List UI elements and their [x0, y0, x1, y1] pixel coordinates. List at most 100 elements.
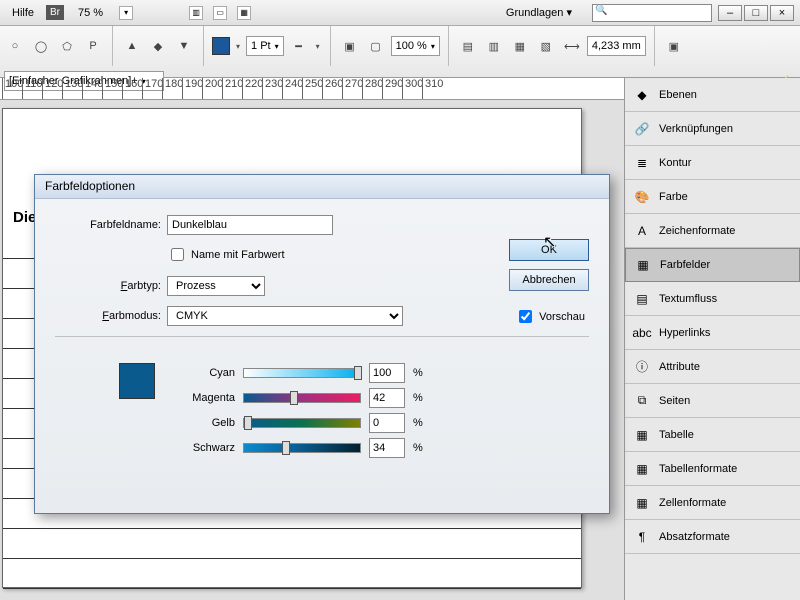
color-type-select[interactable]: Prozess — [167, 276, 265, 296]
panels-hyperlinks[interactable]: abcHyperlinks — [625, 316, 800, 350]
panel-label: Ebenen — [659, 89, 697, 101]
divider — [203, 26, 204, 66]
stroke-weight-combo[interactable]: 1 Pt▾ — [246, 36, 284, 56]
app-menubar: Hilfe Br 75 % ▾ ▥ ▭ ▦ Grundlagen ▾ – □ × — [0, 0, 800, 26]
ruler-tick: 110 — [22, 78, 42, 99]
stroke-style-dd[interactable]: ▾ — [314, 42, 322, 51]
menu-help[interactable]: Hilfe — [6, 5, 40, 21]
cancel-button[interactable]: Abbrechen — [509, 269, 589, 291]
window-close-button[interactable]: × — [770, 5, 794, 21]
ruler-tick: 240 — [282, 78, 302, 99]
panel-label: Zellenformate — [659, 497, 726, 509]
panels-zeichenformate[interactable]: AZeichenformate — [625, 214, 800, 248]
wrap-1-icon[interactable]: ▤ — [457, 35, 479, 57]
panels-farbfelder[interactable]: ▦Farbfelder — [625, 248, 800, 282]
panels-ebenen[interactable]: ◆Ebenen — [625, 78, 800, 112]
ruler-tick: 260 — [322, 78, 342, 99]
panels-seiten[interactable]: ⧉Seiten — [625, 384, 800, 418]
window-minimize-button[interactable]: – — [718, 5, 742, 21]
object-style-icon[interactable]: ▣ — [663, 35, 685, 57]
control-bar: ○ ◯ ⬠ P ▲ ◆ ▼ ▾ 1 Pt▾ ━ ▾ ▣ ▢ 100 %▾ ▤ ▥… — [0, 26, 800, 78]
swatch-name-input[interactable] — [167, 215, 333, 235]
panels-textumfluss[interactable]: ▤ Textumfluss — [625, 282, 800, 316]
anchor-top-icon[interactable]: ▲ — [121, 35, 143, 57]
wrap-4-icon[interactable]: ▧ — [535, 35, 557, 57]
zoom-level[interactable]: 75 % — [70, 7, 111, 19]
text-tool-icon[interactable]: P — [82, 35, 104, 57]
magenta-slider[interactable] — [243, 393, 361, 403]
name-with-value-checkbox[interactable] — [171, 248, 184, 261]
shape-ellipse-icon[interactable]: ○ — [4, 35, 26, 57]
table-row — [3, 529, 581, 559]
yellow-value-input[interactable] — [369, 413, 405, 433]
panels-attribute[interactable]: ⓘAttribute — [625, 350, 800, 384]
preview-checkbox[interactable] — [519, 310, 532, 323]
magenta-value-input[interactable] — [369, 388, 405, 408]
cyan-label: Cyan — [175, 367, 235, 379]
view-dropdown[interactable]: ▦ — [237, 6, 251, 20]
yellow-slider[interactable] — [243, 418, 361, 428]
ruler-tick: 170 — [142, 78, 162, 99]
percent-sign: % — [413, 367, 425, 379]
ruler-tick: 250 — [302, 78, 322, 99]
screen-mode-dropdown[interactable]: ▥ — [189, 6, 203, 20]
panels-verknuepfungen[interactable]: 🔗 Verknüpfungen — [625, 112, 800, 146]
verknuepfungen-icon: 🔗 — [633, 122, 651, 136]
zellenformate-icon: ▦ — [633, 496, 651, 510]
color-type-label: Farbtyp: — [55, 280, 161, 292]
panel-label: Kontur — [659, 157, 691, 169]
ruler-tick: 230 — [262, 78, 282, 99]
scale-combo[interactable]: 100 %▾ — [391, 36, 440, 56]
window-maximize-button[interactable]: □ — [744, 5, 768, 21]
anchor-mid-icon[interactable]: ◆ — [147, 35, 169, 57]
panel-label: Textumfluss — [659, 293, 717, 305]
panel-dock: ◆Ebenen 🔗 Verknüpfungen ≣Kontur🎨FarbeAZeich… — [624, 78, 800, 600]
zoom-dropdown-icon[interactable]: ▾ — [119, 6, 133, 20]
percent-sign: % — [413, 392, 425, 404]
corner-icon[interactable]: ▢ — [365, 35, 387, 57]
tabellenformate-icon: ▦ — [633, 462, 651, 476]
arrange-dropdown[interactable]: ▭ — [213, 6, 227, 20]
wrap-3-icon[interactable]: ▦ — [509, 35, 531, 57]
divider — [448, 26, 449, 66]
swatch-options-dialog: Farbfeldoptionen Farbfeldname: Name mit … — [34, 174, 610, 514]
color-mode-select[interactable]: CMYK — [167, 306, 403, 326]
ruler-tick: 160 — [122, 78, 142, 99]
absatzformate-icon: ¶ — [633, 530, 651, 544]
bridge-badge[interactable]: Br — [46, 5, 64, 20]
measure-icon[interactable]: ⟷ — [561, 35, 583, 57]
ok-button[interactable]: OK — [509, 239, 589, 261]
fill-swatch[interactable] — [212, 37, 230, 55]
black-slider[interactable] — [243, 443, 361, 453]
wrap-2-icon[interactable]: ▥ — [483, 35, 505, 57]
textumfluss-icon: ▤ — [633, 292, 651, 306]
panel-label: Verknüpfungen — [659, 123, 733, 135]
workspace-switcher[interactable]: Grundlagen ▾ — [500, 4, 578, 21]
panels-kontur[interactable]: ≣Kontur — [625, 146, 800, 180]
panels-zellenformate[interactable]: ▦ Zellenformate — [625, 486, 800, 520]
panel-label: Tabelle — [659, 429, 694, 441]
cyan-slider[interactable] — [243, 368, 361, 378]
panels-absatzformate[interactable]: ¶Absatzformate — [625, 520, 800, 554]
panels-tabelle[interactable]: ▦ Tabelle — [625, 418, 800, 452]
panel-label: Zeichenformate — [659, 225, 735, 237]
panels-tabellenformate[interactable]: ▦Tabellenformate — [625, 452, 800, 486]
anchor-bot-icon[interactable]: ▼ — [173, 35, 195, 57]
fill-dropdown-icon[interactable]: ▾ — [234, 42, 242, 51]
panels-farbe[interactable]: 🎨Farbe — [625, 180, 800, 214]
hyperlinks-icon: abc — [633, 326, 651, 340]
stroke-style-icon[interactable]: ━ — [288, 35, 310, 57]
tabelle-icon: ▦ — [633, 428, 651, 442]
black-value-input[interactable] — [369, 438, 405, 458]
effects-icon[interactable]: ▣ — [339, 35, 361, 57]
ruler-tick: 210 — [222, 78, 242, 99]
divider — [55, 336, 589, 337]
preview-label: Vorschau — [539, 311, 585, 323]
shape-polygon-icon[interactable]: ⬠ — [56, 35, 78, 57]
ruler-tick: 280 — [362, 78, 382, 99]
search-input[interactable] — [592, 4, 712, 22]
shape-ellipse2-icon[interactable]: ◯ — [30, 35, 52, 57]
cyan-value-input[interactable] — [369, 363, 405, 383]
farbe-icon: 🎨 — [633, 190, 651, 204]
distance-combo[interactable]: 4,233 mm — [587, 36, 646, 56]
